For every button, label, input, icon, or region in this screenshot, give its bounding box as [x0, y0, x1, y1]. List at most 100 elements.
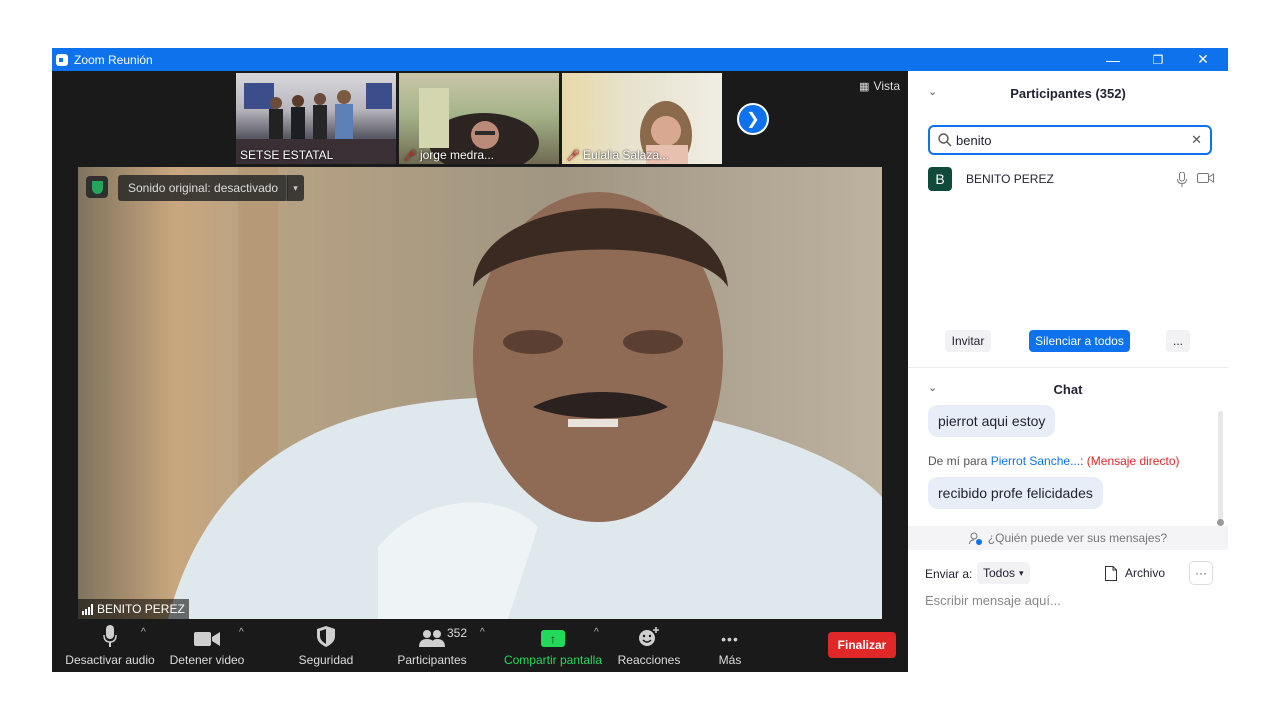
participant-status-icons — [1177, 171, 1214, 187]
message-visibility-notice[interactable]: ¿Quién puede ver sus mensajes? — [908, 526, 1228, 550]
speaker-name: BENITO PEREZ — [97, 602, 185, 616]
security-button[interactable]: Seguridad — [286, 619, 366, 672]
view-button[interactable]: ▦ Vista — [859, 79, 900, 93]
share-options-caret[interactable]: ^ — [594, 627, 599, 638]
chat-message: recibido profe felicidades — [928, 477, 1103, 509]
file-label: Archivo — [1125, 566, 1166, 580]
meeting-toolbar: Desactivar audio ^ Detener video ^ Segur… — [52, 619, 908, 672]
thumbnail-video[interactable]: SETSE ESTATAL — [236, 73, 396, 164]
share-screen-icon: ↑ — [541, 630, 565, 647]
file-icon — [1105, 565, 1117, 581]
window-title: Zoom Reunión — [74, 52, 153, 67]
chevron-down-icon[interactable]: ▾ — [286, 175, 304, 201]
minimize-button[interactable]: — — [1090, 48, 1136, 71]
divider — [908, 367, 1228, 368]
microphone-icon — [103, 619, 117, 647]
chevron-down-icon: ▾ — [1019, 567, 1024, 578]
muted-mic-icon: 🎤︎ — [403, 150, 417, 162]
clear-search-icon[interactable]: ✕ — [1191, 132, 1202, 148]
recipient-value: Todos — [983, 566, 1016, 580]
invite-button[interactable]: Invitar — [945, 330, 991, 352]
thumbnail-video[interactable]: 🎤︎ jorge medra... — [399, 73, 559, 164]
video-camera-icon[interactable] — [1197, 172, 1214, 184]
chat-scrollbar[interactable] — [1217, 411, 1224, 526]
send-to-label: Enviar a: — [925, 567, 973, 581]
more-dots-icon: ••• — [721, 631, 739, 647]
visibility-label: ¿Quién puede ver sus mensajes? — [987, 531, 1168, 545]
participants-options-caret[interactable]: ^ — [480, 627, 485, 638]
chat-message: pierrot aqui estoy — [928, 405, 1056, 437]
participants-header: ⌄ Participantes (352) — [908, 77, 1228, 109]
recipient-dropdown[interactable]: Todos ▾ — [977, 562, 1030, 584]
stop-video-label: Detener video — [169, 653, 245, 667]
chat-header: ⌄ Chat — [908, 373, 1228, 405]
chat-messages: pierrot aqui estoy De mí para Pierrot Sa… — [908, 405, 1220, 526]
thumbnail-name: Eulalia Salaza... — [582, 148, 670, 162]
participants-label: Participantes — [397, 653, 467, 667]
close-window-button[interactable]: ✕ — [1180, 48, 1226, 71]
search-value: benito — [956, 132, 992, 148]
share-screen-label: Compartir pantalla — [503, 653, 603, 667]
encryption-shield-icon[interactable] — [86, 176, 108, 198]
chat-title: Chat — [1053, 381, 1083, 397]
thumbnail-name: jorge medra... — [419, 148, 495, 162]
restore-button[interactable]: ❐ — [1135, 48, 1181, 71]
thumbnail-name-row: 🎤︎ Eulalia Salaza... — [566, 148, 669, 162]
reactions-label: Reacciones — [617, 653, 681, 667]
participant-search-input[interactable]: benito ✕ — [928, 125, 1212, 155]
more-label: Más — [718, 653, 742, 667]
video-camera-icon — [194, 619, 220, 647]
participants-more-button[interactable]: ... — [1166, 330, 1190, 352]
reactions-button[interactable]: Reacciones — [614, 619, 684, 672]
mute-all-button[interactable]: Silenciar a todos — [1029, 330, 1130, 352]
mute-audio-label: Desactivar audio — [65, 653, 155, 667]
collapse-chevron-icon[interactable]: ⌄ — [928, 85, 937, 98]
person-lock-icon — [968, 532, 982, 545]
colon: : — [1080, 454, 1084, 468]
speaker-name-tag: BENITO PEREZ — [78, 599, 189, 619]
participants-count: 352 — [447, 626, 468, 640]
more-button[interactable]: ••• Más — [706, 619, 754, 672]
signal-bars-icon — [82, 603, 93, 615]
speaker-photo — [78, 167, 882, 619]
participants-icon — [419, 619, 445, 647]
audio-options-caret[interactable]: ^ — [141, 627, 146, 638]
direct-message-badge: (Mensaje directo) — [1086, 454, 1180, 468]
participant-name: BENITO PEREZ — [966, 172, 1054, 186]
file-button[interactable]: Archivo — [1105, 562, 1165, 584]
muted-mic-icon: 🎤︎ — [566, 150, 580, 162]
participant-row[interactable]: B BENITO PEREZ — [928, 167, 1218, 191]
end-meeting-button[interactable]: Finalizar — [828, 632, 896, 658]
zoom-window: Zoom Reunión — ❐ ✕ SETSE ESTATAL 🎤︎ jorg… — [52, 48, 1228, 672]
chat-message-input[interactable]: Escribir mensaje aquí... — [925, 593, 1061, 608]
search-icon — [938, 133, 952, 147]
chat-more-button[interactable]: ··· — [1189, 561, 1213, 585]
shield-icon — [317, 619, 335, 647]
recipient-link[interactable]: Pierrot Sanche... — [991, 454, 1080, 468]
from-label: De mí para — [928, 454, 988, 468]
grid-icon: ▦ — [859, 80, 870, 93]
security-label: Seguridad — [298, 653, 354, 667]
share-screen-icon-wrap: ↑ — [541, 619, 565, 647]
side-panel: ⌄ Participantes (352) benito ✕ B BENITO … — [908, 71, 1228, 672]
thumbnail-name: SETSE ESTATAL — [240, 148, 334, 162]
avatar: B — [928, 167, 952, 191]
participants-panel-title: Participantes (352) — [1010, 85, 1126, 101]
zoom-logo-icon — [56, 53, 68, 66]
next-page-button[interactable]: ❯ — [737, 103, 769, 135]
main-speaker-video[interactable]: Sonido original: desactivado ▾ BENITO PE… — [78, 167, 882, 619]
original-sound-toggle[interactable]: Sonido original: desactivado — [118, 175, 289, 201]
chevron-right-icon: ❯ — [746, 111, 760, 128]
thumbnail-name-row: 🎤︎ jorge medra... — [403, 148, 494, 162]
video-options-caret[interactable]: ^ — [239, 627, 244, 638]
collapse-chevron-icon[interactable]: ⌄ — [928, 381, 937, 394]
direct-message-header: De mí para Pierrot Sanche...: (Mensaje d… — [928, 454, 1179, 468]
view-label: Vista — [873, 79, 900, 93]
microphone-icon[interactable] — [1177, 171, 1187, 187]
share-screen-button[interactable]: ↑ Compartir pantalla — [498, 619, 608, 672]
smiley-plus-icon — [638, 619, 660, 647]
send-options-row: Enviar a: Todos ▾ Archivo ··· — [925, 561, 1215, 585]
title-bar: Zoom Reunión — ❐ ✕ — [52, 48, 1228, 71]
thumbnail-video[interactable]: 🎤︎ Eulalia Salaza... — [562, 73, 722, 164]
video-area: SETSE ESTATAL 🎤︎jorge medra... 🎤︎Eulal — [52, 71, 908, 619]
